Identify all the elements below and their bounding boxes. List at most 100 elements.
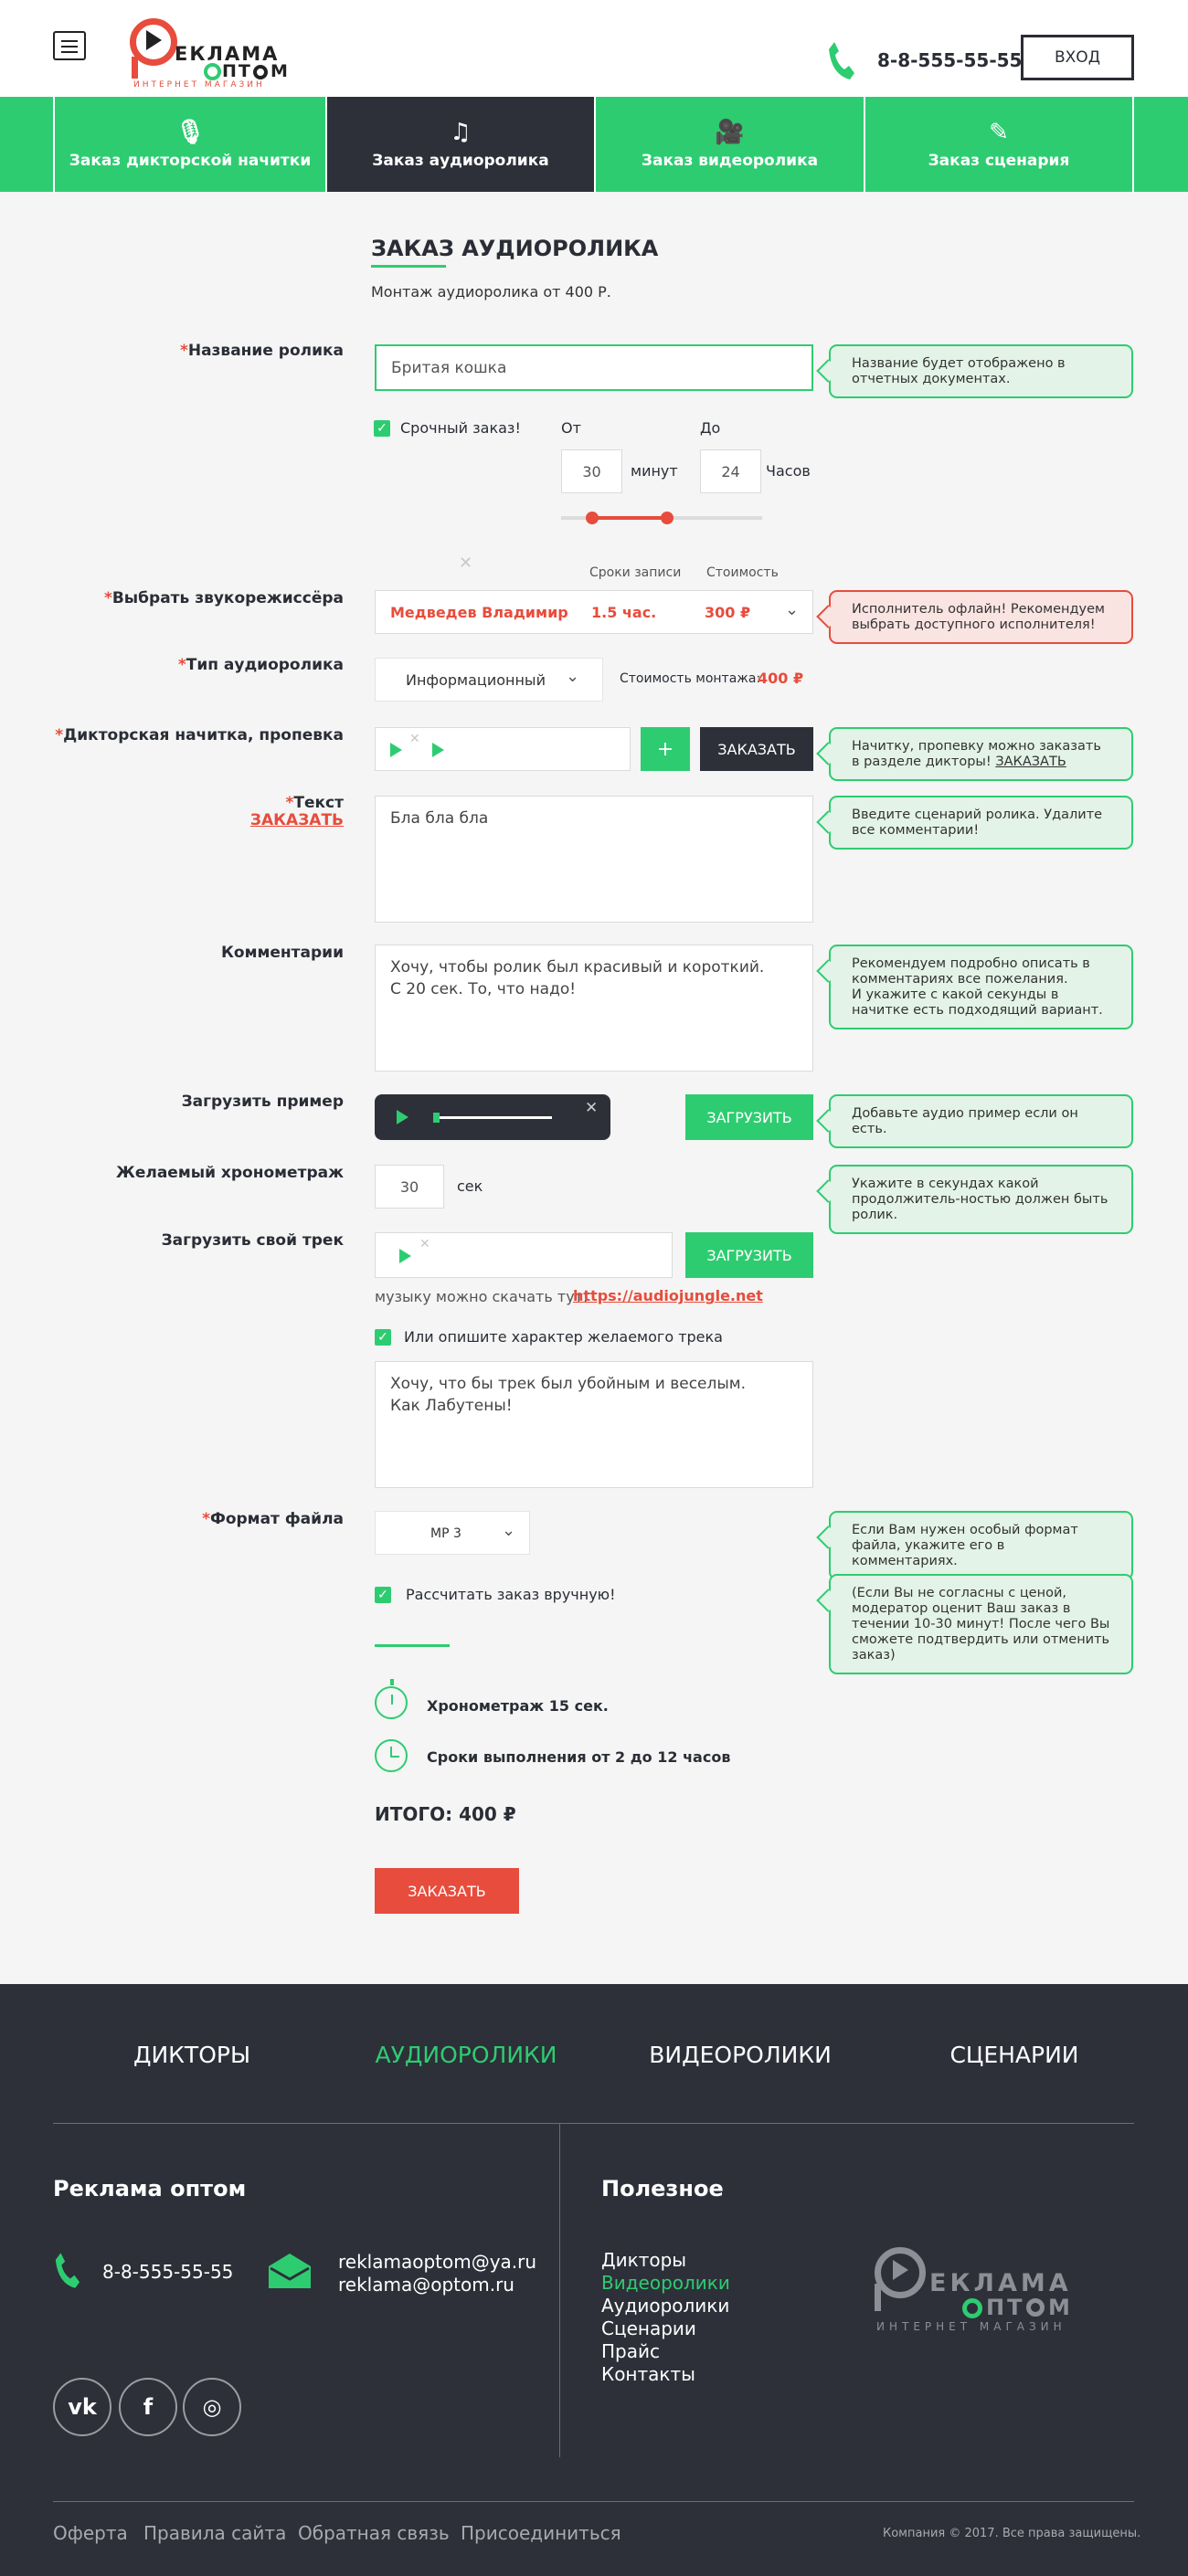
format-label: *Формат файла — [202, 1510, 344, 1528]
nav-video-order[interactable]: 🎥 Заказ видеоролика — [594, 97, 864, 192]
duration-label: Желаемый хронометраж — [116, 1164, 344, 1182]
header-phone[interactable]: 8-8-555-55-55 — [877, 49, 1022, 71]
comments-textarea[interactable]: Хочу, чтобы ролик был красивый и коротки… — [375, 945, 813, 1072]
duration-tip: Укажите в секундах какой продолжитель-но… — [829, 1165, 1133, 1234]
footer-link[interactable]: Сценарии — [601, 2317, 696, 2339]
urgent-checkbox[interactable]: ✓ — [374, 420, 390, 437]
example-tip: Добавьте аудио пример если он есть. — [829, 1094, 1133, 1148]
close-icon[interactable]: ✕ — [459, 554, 472, 573]
footer-bottom-link[interactable]: Обратная связь — [298, 2522, 450, 2544]
close-icon[interactable]: ✕ — [409, 732, 420, 746]
text-order-link[interactable]: ЗАКАЗАТЬ — [250, 811, 344, 829]
example-player[interactable]: ✕ — [375, 1094, 610, 1140]
phone-icon — [829, 42, 854, 79]
col-terms: Сроки записи — [589, 565, 682, 580]
slider-handle-left[interactable] — [586, 512, 599, 524]
nav-voice-order[interactable]: 🎙 Заказ дикторской начитки — [53, 97, 325, 192]
close-icon[interactable]: ✕ — [585, 1099, 598, 1117]
voice-player[interactable]: ✕ — [375, 727, 631, 771]
instagram-icon[interactable]: ◎ — [183, 2378, 241, 2436]
footer-bottom-link[interactable]: Присоединиться — [461, 2522, 621, 2544]
footer-cat-voices[interactable]: ДИКТОРЫ — [91, 2042, 292, 2068]
logo-text-3: М — [270, 61, 288, 81]
footer-link[interactable]: Аудиоролики — [601, 2295, 729, 2317]
footer-link[interactable]: Видеоролики — [601, 2272, 730, 2294]
logo-play-icon — [146, 30, 162, 50]
from-input[interactable]: 30 — [561, 449, 622, 493]
track-label: Загрузить свой трек — [161, 1231, 344, 1250]
footer-cat-video[interactable]: ВИДЕОРОЛИКИ — [631, 2042, 850, 2068]
upload-track-button[interactable]: ЗАГРУЗИТЬ — [685, 1232, 813, 1278]
manual-checkbox[interactable]: ✓ — [375, 1587, 391, 1603]
footer-link[interactable]: Контакты — [601, 2363, 695, 2385]
play-icon[interactable] — [432, 743, 444, 757]
login-button[interactable]: ВХОД — [1021, 35, 1134, 80]
order-voice-button[interactable]: ЗАКАЗАТЬ — [700, 727, 813, 771]
close-icon[interactable]: ✕ — [419, 1237, 430, 1251]
example-label: Загрузить пример — [181, 1093, 344, 1111]
play-icon[interactable] — [399, 1249, 411, 1263]
phone-icon — [55, 2253, 80, 2288]
format-select[interactable]: MP 3 ⌄ — [375, 1511, 530, 1555]
text-label: *Текст — [285, 794, 345, 812]
mount-cost-value: 400 ₽ — [758, 670, 804, 687]
engineer-label: *Выбрать звукорежиссёра — [103, 589, 344, 607]
time-range-slider[interactable] — [561, 512, 762, 524]
track-player[interactable]: ✕ — [375, 1232, 673, 1278]
summary-duration: Хронометраж 15 сек. — [427, 1697, 609, 1715]
page-title: ЗАКАЗ АУДИОРОЛИКА — [371, 236, 659, 261]
nav-label: Заказ видеоролика — [641, 152, 819, 170]
submit-order-button[interactable]: ЗАКАЗАТЬ — [375, 1868, 519, 1914]
duration-input[interactable]: 30 — [375, 1165, 444, 1209]
format-tip: Если Вам нужен особый формат файла, укаж… — [829, 1511, 1133, 1580]
footer-link[interactable]: Дикторы — [601, 2249, 686, 2271]
footer: ДИКТОРЫ АУДИОРОЛИКИ ВИДЕОРОЛИКИ СЦЕНАРИИ… — [0, 1984, 1188, 2576]
video-camera-icon: 🎥 — [715, 119, 745, 146]
play-icon[interactable] — [390, 743, 402, 757]
nav-label: Заказ сценария — [928, 152, 1070, 170]
footer-logo-text-3: М — [1048, 2295, 1070, 2320]
name-input[interactable]: Бритая кошка — [375, 344, 813, 391]
order-nav: 🎙 Заказ дикторской начитки ♫ Заказ аудио… — [0, 97, 1188, 192]
footer-logo[interactable]: ЕКЛАМА ПТ М ИНТЕРНЕТ МАГАЗИН — [873, 2240, 1110, 2333]
footer-email-2[interactable]: reklama@optom.ru — [338, 2274, 514, 2296]
audio-progress[interactable] — [433, 1113, 552, 1123]
footer-bottom-link[interactable]: Оферта — [53, 2522, 128, 2544]
describe-textarea[interactable]: Хочу, что бы трек был убойным и веселым.… — [375, 1361, 813, 1488]
music-note-icon: ♫ — [450, 119, 472, 146]
to-input[interactable]: 24 — [700, 449, 761, 493]
menu-icon[interactable] — [53, 31, 86, 60]
name-tip: Название будет отображено в отчетных док… — [829, 344, 1133, 398]
footer-cat-scripts[interactable]: СЦЕНАРИИ — [914, 2042, 1115, 2068]
footer-cat-audio[interactable]: АУДИОРОЛИКИ — [356, 2042, 576, 2068]
engineer-select[interactable]: Медведев Владимир 1.5 час. 300 ₽ ⌄ — [375, 590, 813, 634]
chevron-down-icon: ⌄ — [502, 1521, 516, 1540]
music-link[interactable]: https://audiojungle.net — [573, 1287, 763, 1304]
add-voice-button[interactable]: + — [641, 727, 690, 771]
nav-audio-order[interactable]: ♫ Заказ аудиоролика — [325, 97, 594, 192]
voice-order-link[interactable]: ЗАКАЗАТЬ — [995, 755, 1066, 769]
text-textarea[interactable]: Бла бла бла — [375, 796, 813, 923]
footer-logo-text: ЕКЛАМА — [929, 2269, 1072, 2297]
footer-vertical-divider — [559, 2123, 560, 2457]
name-label: *Название ролика — [179, 342, 344, 360]
nav-script-order[interactable]: ✎ Заказ сценария — [864, 97, 1134, 192]
footer-phone[interactable]: 8-8-555-55-55 — [102, 2261, 233, 2283]
describe-checkbox[interactable]: ✓ — [375, 1329, 391, 1346]
vk-icon[interactable]: vk — [53, 2378, 111, 2436]
footer-bottom-link[interactable]: Правила сайта — [143, 2522, 286, 2544]
slider-handle-right[interactable] — [661, 512, 674, 524]
from-label: От — [561, 419, 581, 437]
type-select[interactable]: Информационный ⌄ — [375, 658, 603, 702]
footer-link[interactable]: Прайс — [601, 2340, 660, 2362]
type-label: *Тип аудиоролика — [177, 656, 344, 674]
chevron-down-icon: ⌄ — [785, 600, 800, 619]
page-subtitle: Монтаж аудиоролика от 400 Р. — [371, 283, 611, 301]
facebook-icon[interactable]: f — [119, 2378, 177, 2436]
footer-email-1[interactable]: reklamaoptom@ya.ru — [338, 2251, 536, 2273]
logo[interactable]: ЕКЛАМА ПТ М ИНТЕРНЕТ МАГАЗИН — [128, 16, 302, 90]
upload-example-button[interactable]: ЗАГРУЗИТЬ — [685, 1094, 813, 1140]
microphone-icon: 🎙 — [175, 119, 206, 146]
mount-cost-label: Стоимость монтажа: — [620, 671, 761, 686]
play-icon[interactable] — [397, 1110, 408, 1124]
